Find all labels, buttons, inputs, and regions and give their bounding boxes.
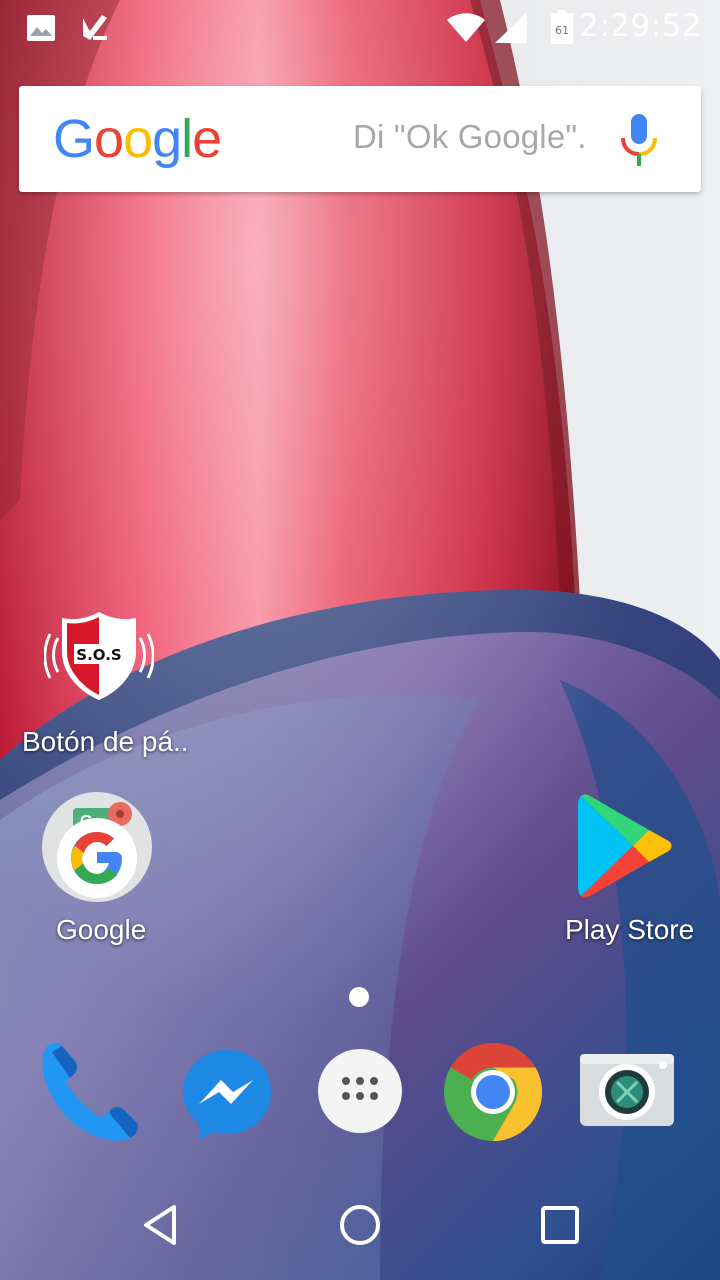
- task-check-icon: [83, 15, 107, 40]
- app-label: Google: [56, 914, 147, 945]
- app-sos-panic-button[interactable]: S.O.S Botón de pá..: [18, 600, 189, 760]
- app-play-store[interactable]: Play Store: [555, 788, 695, 948]
- app-label: Play Store: [565, 914, 695, 945]
- clock: 2:29:52: [578, 8, 702, 44]
- signal-icon: [495, 12, 527, 43]
- sos-shield-icon: S.O.S: [44, 612, 154, 700]
- phone-icon[interactable]: [40, 1040, 144, 1142]
- home-icon[interactable]: [330, 1195, 390, 1255]
- messenger-icon[interactable]: [181, 1048, 273, 1142]
- google-search-bar[interactable]: Google Di "Ok Google".: [19, 86, 701, 192]
- sos-badge-text: S.O.S: [76, 646, 121, 664]
- app-google[interactable]: G Google: [30, 788, 164, 948]
- play-store-icon: [578, 794, 672, 898]
- page-indicator-dot: [349, 987, 369, 1007]
- status-bar: 61 2:29:52: [0, 0, 720, 56]
- search-hint: Di "Ok Google".: [353, 118, 587, 155]
- mic-icon[interactable]: [617, 112, 661, 170]
- battery-level: 61: [555, 24, 569, 37]
- google-app-icon: G: [42, 792, 152, 902]
- battery-indicator: 61: [551, 10, 573, 44]
- google-logo: Google: [53, 109, 222, 169]
- camera-icon[interactable]: [579, 1052, 675, 1128]
- back-icon[interactable]: [130, 1195, 190, 1255]
- wifi-icon: [447, 13, 485, 42]
- app-label: Botón de pá..: [22, 726, 189, 757]
- recents-icon[interactable]: [530, 1195, 590, 1255]
- image-notification-icon: [27, 15, 55, 41]
- app-drawer-icon[interactable]: [317, 1048, 403, 1134]
- chrome-icon[interactable]: [443, 1042, 543, 1142]
